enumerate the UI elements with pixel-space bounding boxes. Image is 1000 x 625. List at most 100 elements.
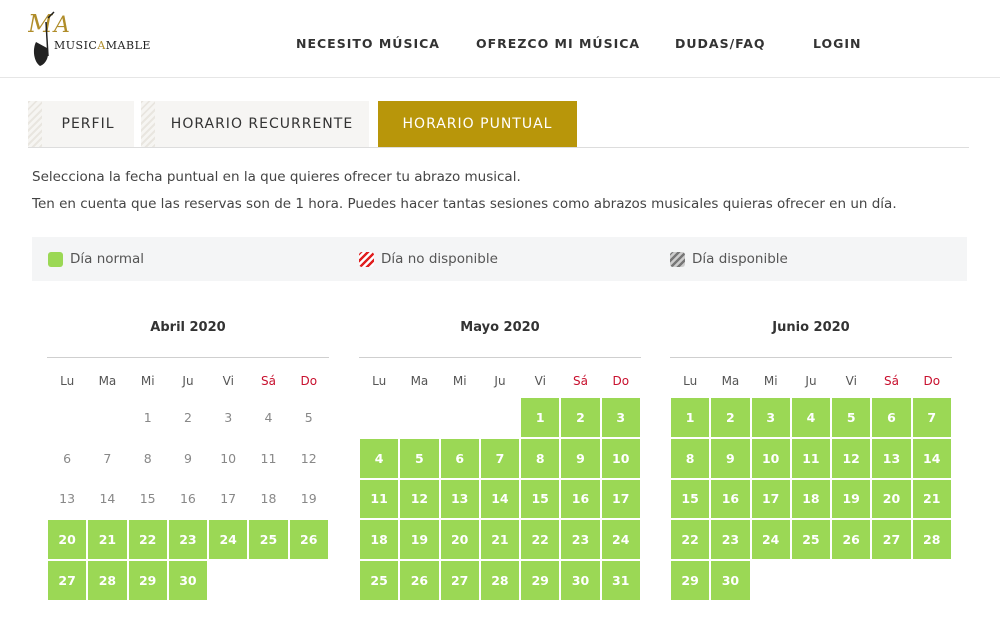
day-cell-normal[interactable]: 27 <box>439 560 480 601</box>
day-cell-normal[interactable]: 8 <box>670 437 711 479</box>
day-cell-normal[interactable]: 11 <box>359 478 400 520</box>
day-cell-normal[interactable]: 15 <box>670 478 711 520</box>
day-cell-normal[interactable]: 18 <box>790 478 832 520</box>
day-cell-normal[interactable]: 11 <box>790 437 832 479</box>
day-cell-normal[interactable]: 14 <box>911 437 952 479</box>
day-cell-normal[interactable]: 30 <box>710 560 751 601</box>
day-cell-normal[interactable]: 28 <box>87 560 128 601</box>
day-cell-normal[interactable]: 17 <box>600 478 641 520</box>
day-cell-normal[interactable]: 24 <box>600 519 641 561</box>
day-cell-normal[interactable]: 9 <box>560 437 601 479</box>
day-cell-normal[interactable]: 23 <box>167 519 209 561</box>
day-cell-normal[interactable]: 6 <box>871 397 912 438</box>
day-cell-normal[interactable]: 3 <box>750 397 791 438</box>
weekday-label: Do <box>923 374 941 388</box>
day-cell-normal[interactable]: 22 <box>520 519 561 561</box>
nav-dudas-faq[interactable]: DUDAS/FAQ <box>675 36 766 51</box>
weekday-label: Lu <box>60 374 75 388</box>
day-cell-normal[interactable]: 20 <box>47 519 88 561</box>
day-cell-normal[interactable]: 9 <box>710 437 751 479</box>
day-cell-normal[interactable]: 21 <box>87 519 128 561</box>
day-cell-normal[interactable]: 25 <box>359 560 400 601</box>
day-cell-normal[interactable]: 26 <box>288 519 329 561</box>
day-cell-normal[interactable]: 29 <box>127 560 168 601</box>
day-cell-normal[interactable]: 31 <box>600 560 641 601</box>
day-cell-past: 16 <box>179 491 196 507</box>
day-cell-normal[interactable]: 28 <box>911 519 952 561</box>
day-cell-normal[interactable]: 30 <box>167 560 209 601</box>
day-cell-normal[interactable]: 4 <box>359 437 400 479</box>
day-cell-normal[interactable]: 10 <box>600 437 641 479</box>
weekday-label: Do <box>300 374 318 388</box>
day-cell-normal[interactable]: 22 <box>670 519 711 561</box>
day-cell-normal[interactable]: 3 <box>600 397 641 438</box>
day-cell-normal[interactable]: 16 <box>710 478 751 520</box>
day-cell-normal[interactable]: 25 <box>248 519 289 561</box>
day-cell-normal[interactable]: 1 <box>670 397 711 438</box>
day-cell-normal[interactable]: 14 <box>479 478 521 520</box>
day-cell-normal[interactable]: 20 <box>871 478 912 520</box>
weekday-header: Lu Ma Mi Ju Vi Sá Do <box>47 374 329 388</box>
day-cell-normal[interactable]: 5 <box>399 437 440 479</box>
day-cell-normal[interactable]: 30 <box>560 560 601 601</box>
month-title: Junio 2020 <box>772 320 850 335</box>
nav-login[interactable]: LOGIN <box>813 36 862 51</box>
day-cell-past: 12 <box>300 450 317 466</box>
month-divider <box>47 357 329 358</box>
day-cell-normal[interactable]: 22 <box>127 519 168 561</box>
day-cell-normal[interactable]: 2 <box>710 397 751 438</box>
day-cell-normal[interactable]: 24 <box>750 519 791 561</box>
day-cell-normal[interactable]: 12 <box>399 478 440 520</box>
day-cell-normal[interactable]: 18 <box>359 519 400 561</box>
logo[interactable]: M A MUSICAMABLE <box>28 8 168 70</box>
weekday-label: Vi <box>845 374 857 388</box>
nav-ofrezco-mi-musica[interactable]: OFREZCO MI MÚSICA <box>476 36 640 51</box>
day-grid: 1 2 3 4 5 6 7 8 9 10 11 12 13 14 15 16 17 18 19 20 21 22 23 24 2… <box>359 397 641 601</box>
day-cell-normal[interactable]: 24 <box>208 519 249 561</box>
day-cell-normal[interactable]: 21 <box>911 478 952 520</box>
day-cell-normal[interactable]: 20 <box>439 519 480 561</box>
day-cell-normal[interactable]: 13 <box>871 437 912 479</box>
day-cell-normal[interactable]: 29 <box>520 560 561 601</box>
day-cell-normal[interactable]: 6 <box>439 437 480 479</box>
day-cell-normal[interactable]: 2 <box>560 397 601 438</box>
day-cell-normal[interactable]: 26 <box>399 560 440 601</box>
day-cell-normal[interactable]: 19 <box>831 478 872 520</box>
day-cell-normal[interactable]: 1 <box>520 397 561 438</box>
nav-necesito-musica[interactable]: NECESITO MÚSICA <box>296 36 440 51</box>
day-cell-normal[interactable]: 21 <box>479 519 521 561</box>
day-cell-normal[interactable]: 29 <box>670 560 711 601</box>
day-cell-normal[interactable]: 15 <box>520 478 561 520</box>
day-cell-normal[interactable]: 27 <box>871 519 912 561</box>
day-cell-normal[interactable]: 23 <box>560 519 601 561</box>
day-cell-normal[interactable]: 26 <box>831 519 872 561</box>
day-cell-normal[interactable]: 7 <box>479 437 521 479</box>
day-cell-normal[interactable]: 8 <box>520 437 561 479</box>
day-cell-past: 1 <box>143 409 152 425</box>
day-cell-normal[interactable]: 10 <box>750 437 791 479</box>
tab-perfil[interactable]: PERFIL <box>28 101 134 147</box>
tab-horario-recurrente[interactable]: HORARIO RECURRENTE <box>141 101 369 147</box>
day-cell-normal[interactable]: 13 <box>439 478 480 520</box>
day-cell-normal[interactable]: 28 <box>479 560 521 601</box>
tab-horario-puntual[interactable]: HORARIO PUNTUAL <box>378 101 577 147</box>
day-cell-normal[interactable]: 17 <box>750 478 791 520</box>
day-cell-past: 9 <box>183 450 192 466</box>
day-grid: 1 2 3 4 5 6 7 8 9 10 11 12 13 14 15 16 17 18 19 20 21 22 23 24 2… <box>670 397 952 601</box>
day-cell-normal[interactable]: 16 <box>560 478 601 520</box>
day-cell-normal[interactable]: 5 <box>831 397 872 438</box>
day-cell-normal[interactable]: 7 <box>911 397 952 438</box>
empty-cell <box>87 397 127 438</box>
available-day-swatch <box>670 251 685 267</box>
day-cell-normal[interactable]: 4 <box>790 397 832 438</box>
weekday-label: Ma <box>721 374 740 388</box>
day-cell-normal[interactable]: 23 <box>710 519 751 561</box>
day-cell-normal[interactable]: 12 <box>831 437 872 479</box>
day-cell-past: 5 <box>304 409 313 425</box>
day-cell-normal[interactable]: 19 <box>399 519 440 561</box>
month-title: Abril 2020 <box>150 320 226 335</box>
day-cell-past: 18 <box>260 491 277 507</box>
day-cell-past: 2 <box>183 409 192 425</box>
day-cell-normal[interactable]: 25 <box>790 519 832 561</box>
day-cell-normal[interactable]: 27 <box>47 560 88 601</box>
